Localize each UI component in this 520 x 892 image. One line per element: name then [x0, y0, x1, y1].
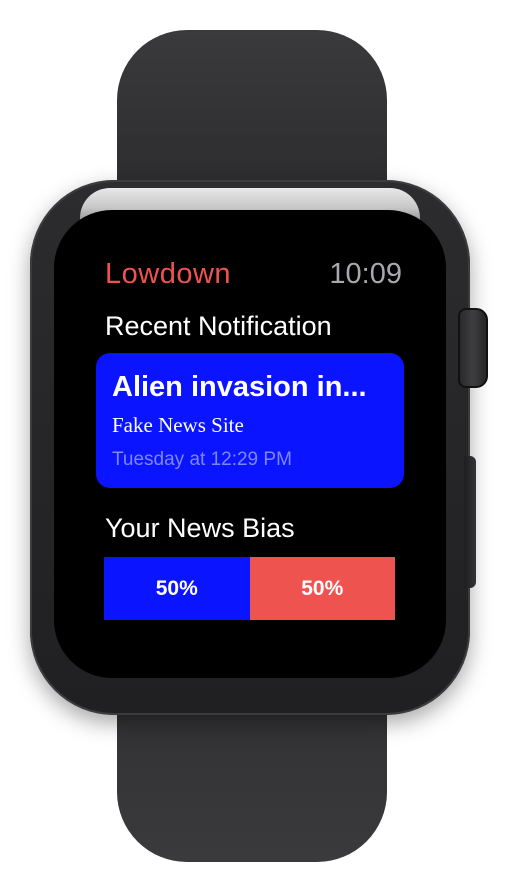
- notification-card[interactable]: Alien invasion in... Fake News Site Tues…: [96, 353, 404, 488]
- notification-timestamp: Tuesday at 12:29 PM: [112, 449, 292, 470]
- recent-notification-heading: Recent Notification: [105, 311, 332, 341]
- bias-left-percent: 50%: [155, 576, 198, 600]
- notification-source: Fake News Site: [112, 413, 244, 437]
- news-bias-heading: Your News Bias: [105, 513, 295, 543]
- app-title: Lowdown: [105, 258, 232, 290]
- bias-left-segment: 50%: [104, 557, 250, 620]
- side-button-icon[interactable]: [464, 456, 476, 588]
- digital-crown-icon[interactable]: [458, 308, 488, 388]
- bias-right-percent: 50%: [301, 576, 344, 600]
- watch-mockup: Lowdown 10:09 Recent Notification Alien …: [0, 0, 520, 892]
- status-time: 10:09: [329, 258, 402, 290]
- bias-right-segment: 50%: [249, 557, 395, 620]
- notification-title: Alien invasion in...: [112, 371, 367, 403]
- news-bias-bar: 50% 50%: [104, 557, 395, 620]
